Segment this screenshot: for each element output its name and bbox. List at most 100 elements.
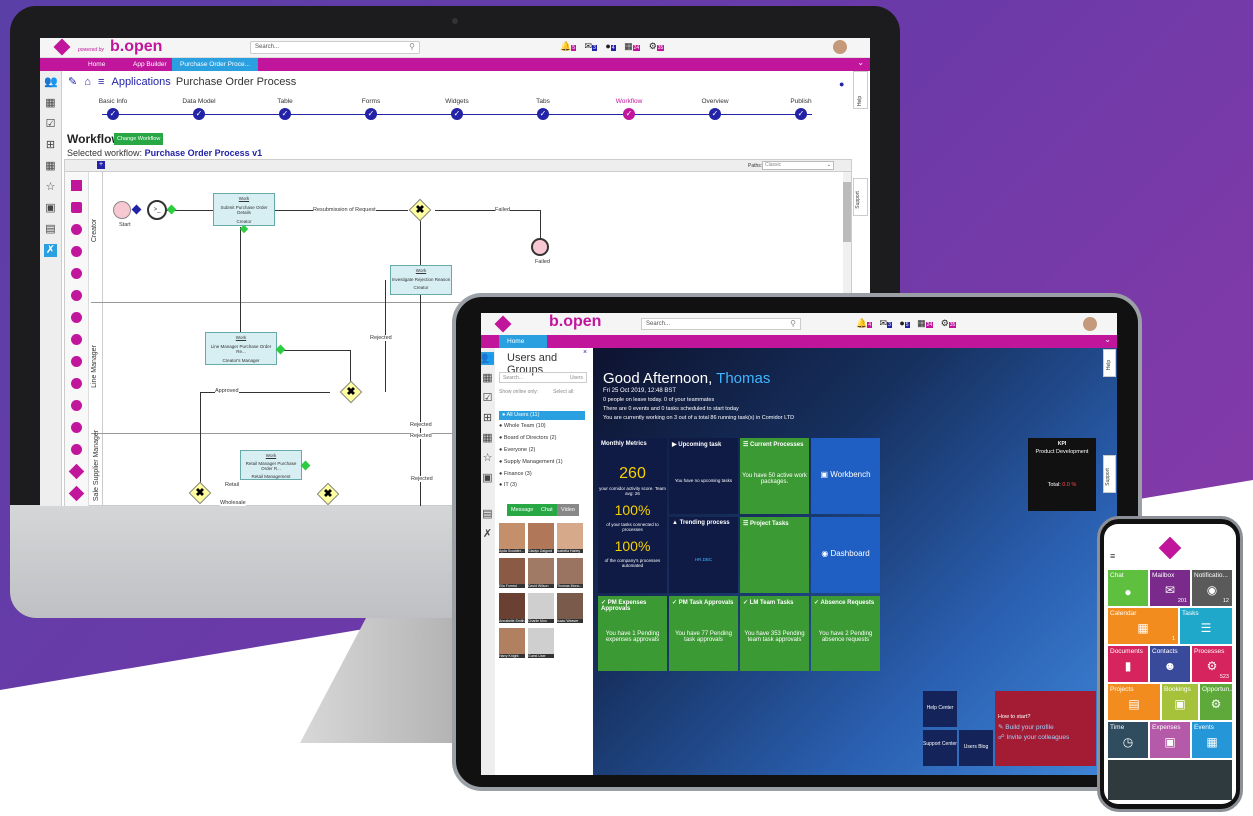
grid-icon[interactable]: ▦ xyxy=(481,432,494,445)
time-tile[interactable]: Time ◷ xyxy=(1108,722,1148,758)
screen-icon[interactable]: ▣ xyxy=(44,202,57,215)
menu-icon[interactable]: ≡ xyxy=(98,76,104,88)
step-data-model[interactable]: Data Model xyxy=(164,98,234,105)
person-card[interactable]: Ella Forrest xyxy=(499,558,525,588)
checkbox-icon[interactable]: ☑ xyxy=(481,392,494,405)
start-event[interactable] xyxy=(113,201,131,219)
absence-requests-tile[interactable]: ✓ Absence Requests You have 2 Pending ab… xyxy=(811,596,880,671)
change-workflow-button[interactable]: Change Workflow xyxy=(114,133,164,145)
workbench-tile[interactable]: ▣ Workbench xyxy=(811,438,880,514)
palette-item[interactable] xyxy=(71,334,82,345)
step-workflow[interactable]: Workflow xyxy=(594,98,664,105)
notification-icons[interactable]: 🔔5 ✉3 ●4 ▦24 ⚙35 xyxy=(560,41,665,52)
palette-square[interactable] xyxy=(71,180,82,191)
processes-tile[interactable]: Processes ⚙ 523 xyxy=(1192,646,1232,682)
search-input[interactable]: Search... ⚲ xyxy=(250,41,420,54)
help-tab[interactable]: Help xyxy=(853,71,868,109)
palette-doc[interactable] xyxy=(71,202,82,213)
projects-tile[interactable]: Projects ▤ xyxy=(1108,684,1160,720)
palette-item[interactable] xyxy=(71,246,82,257)
palette-item[interactable] xyxy=(71,268,82,279)
group-item[interactable]: ● IT (3) xyxy=(499,482,517,488)
upcoming-task-tile[interactable]: ▶ Upcoming task You have no upcoming tas… xyxy=(669,438,738,514)
person-card[interactable]: Guest User xyxy=(528,628,554,658)
users-blog-tile[interactable]: Users Blog xyxy=(959,730,993,766)
chevron-down-icon[interactable]: ⌄ xyxy=(857,58,864,67)
person-card[interactable]: Harry Knight xyxy=(499,628,525,658)
work-retail-manager[interactable]: Work Retail Manager Purchase Order R... … xyxy=(240,450,302,480)
notifications-tile[interactable]: Notificatio... ◉ 12 xyxy=(1192,570,1232,606)
chat-tile[interactable]: Chat ● xyxy=(1108,570,1148,606)
selected-workflow-name[interactable]: Purchase Order Process v1 xyxy=(145,148,263,158)
paths-select[interactable]: Classic ⌄ xyxy=(762,161,834,170)
group-item[interactable]: ● Supply Management (1) xyxy=(499,459,563,465)
users-icon[interactable]: 👥 xyxy=(44,76,58,89)
chat-button[interactable]: Chat xyxy=(537,504,557,516)
menu-icon[interactable]: ≡ xyxy=(1110,551,1115,561)
tasks-tile[interactable]: Tasks ☰ xyxy=(1180,608,1232,644)
palette-diamond[interactable] xyxy=(68,463,85,480)
script-event[interactable]: >_ xyxy=(147,200,167,220)
pencil-icon[interactable]: ✎ xyxy=(68,76,77,88)
group-item[interactable]: ● Finance (3) xyxy=(499,471,532,477)
work-investigate[interactable]: Work Investigate Rejection Reason Creato… xyxy=(390,265,452,295)
support-tab[interactable]: Support xyxy=(1103,455,1116,493)
add-icon[interactable]: + xyxy=(97,161,105,169)
palette-item[interactable] xyxy=(71,422,82,433)
tools-icon[interactable]: ✗ xyxy=(44,244,57,257)
build-profile-link[interactable]: ✎ Build your profile xyxy=(998,723,1093,731)
chart-icon[interactable]: ▤ xyxy=(44,223,57,236)
calendar-icon[interactable]: ▦ xyxy=(481,372,494,385)
help-tab[interactable]: Help xyxy=(1103,349,1116,377)
close-icon[interactable]: × xyxy=(583,349,587,356)
video-button[interactable]: Video xyxy=(557,504,579,516)
person-card[interactable]: Ayda Scudder... xyxy=(499,523,525,553)
pm-expenses-tile[interactable]: ✓ PM Expenses Approvals You have 1 Pendi… xyxy=(598,596,667,671)
monthly-metrics-tile[interactable]: Monthly Metrics 260 your comidor activit… xyxy=(598,438,667,593)
step-publish[interactable]: Publish xyxy=(766,98,836,105)
group-item[interactable]: ● Board of Directors (2) xyxy=(499,435,556,441)
palette-diamond[interactable] xyxy=(68,485,85,502)
tab-home[interactable]: Home xyxy=(499,335,547,348)
person-card[interactable]: Gladys Dalgord xyxy=(528,523,554,553)
grid-icon[interactable]: ▦ xyxy=(44,160,57,173)
mailbox-tile[interactable]: Mailbox ✉ 201 xyxy=(1150,570,1190,606)
palette-item[interactable] xyxy=(71,444,82,455)
support-center-tile[interactable]: Support Center xyxy=(923,730,957,766)
trending-process-tile[interactable]: ▲ Trending process HR.DBC xyxy=(669,517,738,593)
comment-icon[interactable]: ● xyxy=(839,79,844,89)
screen-icon[interactable]: ▣ xyxy=(481,472,494,485)
how-to-start-tile[interactable]: How to start? ✎ Build your profile ☍ Inv… xyxy=(995,691,1096,766)
star-icon[interactable]: ☆ xyxy=(481,452,494,465)
plus-icon[interactable]: ⊞ xyxy=(481,412,494,425)
work-submit[interactable]: Work Submit Purchase Order Details Creat… xyxy=(213,193,275,226)
person-card[interactable]: Charlie Mon xyxy=(528,593,554,623)
palette-item[interactable] xyxy=(71,356,82,367)
current-processes-tile[interactable]: ☰ Current Processes You have 50 active w… xyxy=(740,438,809,514)
palette-item[interactable] xyxy=(71,312,82,323)
bookings-tile[interactable]: Bookings ▣ xyxy=(1162,684,1198,720)
message-button[interactable]: Message xyxy=(507,504,538,516)
palette-item[interactable] xyxy=(71,400,82,411)
chevron-down-icon[interactable]: ⌄ xyxy=(1104,335,1111,344)
group-item[interactable]: ● All Users (11) xyxy=(499,411,585,420)
person-card[interactable]: Isabella Harley xyxy=(557,523,583,553)
person-card[interactable]: David Wilson xyxy=(528,558,554,588)
work-line-manager[interactable]: Work Line Manager Purchase Order Re... C… xyxy=(205,332,277,365)
step-table[interactable]: Table xyxy=(250,98,320,105)
person-card[interactable]: Annabelle Smith xyxy=(499,593,525,623)
step-overview[interactable]: Overview xyxy=(680,98,750,105)
person-card[interactable]: Isaac Weaver xyxy=(557,593,583,623)
project-tasks-tile[interactable]: ☰ Project Tasks xyxy=(740,517,809,593)
users-search[interactable]: Search... Users xyxy=(499,372,587,383)
person-card[interactable]: Thomas Mono... xyxy=(557,558,583,588)
palette-item[interactable] xyxy=(71,290,82,301)
step-forms[interactable]: Forms xyxy=(336,98,406,105)
checkbox-icon[interactable]: ☑ xyxy=(44,118,57,131)
avatar[interactable] xyxy=(833,40,847,54)
step-tabs[interactable]: Tabs xyxy=(508,98,578,105)
group-item[interactable]: ● Everyone (2) xyxy=(499,447,535,453)
failed-end-event[interactable] xyxy=(531,238,549,256)
help-center-tile[interactable]: Help Center xyxy=(923,691,957,727)
avatar[interactable] xyxy=(1083,317,1097,331)
